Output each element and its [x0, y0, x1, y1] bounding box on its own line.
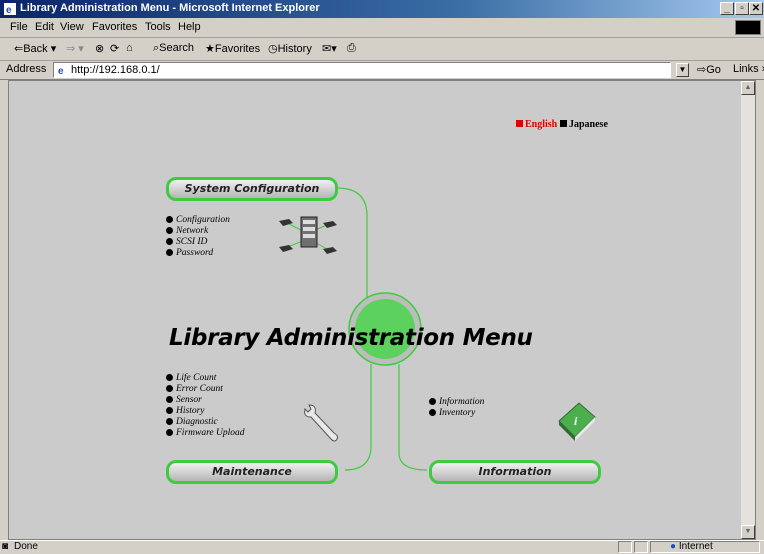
link-configuration[interactable]: Configuration	[166, 215, 230, 226]
link-inventory[interactable]: Inventory	[429, 408, 484, 419]
minimize-button[interactable]: _	[720, 2, 734, 15]
link-error-count[interactable]: Error Count	[166, 384, 245, 395]
go-arrow-icon: ⇨	[697, 64, 707, 76]
menu-file[interactable]: File	[10, 21, 28, 33]
link-network[interactable]: Network	[166, 226, 230, 237]
windows-logo-icon	[735, 20, 761, 35]
maintenance-button[interactable]: Maintenance	[166, 460, 338, 484]
address-label: Address	[6, 63, 47, 75]
back-arrow-icon: ⇐	[14, 43, 24, 55]
vertical-scrollbar[interactable]: ▲ ▼	[741, 81, 755, 539]
status-pane	[634, 541, 648, 553]
scroll-up-button[interactable]: ▲	[741, 81, 755, 95]
ie-page-icon: e	[4, 3, 16, 16]
mail-button[interactable]: ✉▾	[322, 42, 337, 55]
favorites-icon: ★	[205, 43, 215, 55]
network-icon	[279, 216, 337, 254]
scroll-down-button[interactable]: ▼	[741, 525, 755, 539]
toolbar: ⇐Back ▾ ⇒ ▾ ⊗ ⟳ ⌂ ⌕Search ★Favorites ◷Hi…	[0, 38, 764, 61]
svg-text:e: e	[6, 5, 12, 16]
system-config-list: Configuration Network SCSI ID Password	[166, 215, 230, 259]
window-title: Library Administration Menu - Microsoft …	[20, 2, 320, 14]
window-titlebar: e Library Administration Menu - Microsof…	[0, 0, 764, 18]
menu-tools[interactable]: Tools	[145, 21, 171, 33]
status-bar: ◙ Done ● Internet	[0, 540, 764, 554]
globe-icon: ●	[670, 541, 677, 552]
stop-icon: ⊗	[95, 43, 105, 55]
link-firmware-upload[interactable]: Firmware Upload	[166, 428, 245, 439]
search-button[interactable]: ⌕Search	[153, 42, 194, 55]
address-dropdown-button[interactable]: ▼	[676, 63, 689, 77]
information-list: Information Inventory	[429, 397, 484, 419]
page-status-icon: ◙	[2, 541, 9, 552]
back-button[interactable]: ⇐Back ▾	[14, 42, 56, 55]
stop-button[interactable]: ⊗	[95, 42, 104, 55]
lang-english-link[interactable]: English	[516, 119, 557, 130]
favorites-button[interactable]: ★Favorites	[205, 42, 260, 55]
menu-bar: File Edit View Favorites Tools Help	[0, 18, 764, 38]
svg-text:e: e	[58, 66, 64, 76]
page-title: Library Administration Menu	[169, 325, 533, 351]
ie-icon: e	[56, 64, 68, 76]
refresh-icon: ⟳	[110, 43, 120, 55]
menu-help[interactable]: Help	[178, 21, 201, 33]
link-life-count[interactable]: Life Count	[166, 373, 245, 384]
connector-lines	[336, 187, 428, 471]
link-diagnostic[interactable]: Diagnostic	[166, 417, 245, 428]
status-pane	[618, 541, 632, 553]
links-button[interactable]: Links »	[733, 63, 764, 75]
go-button[interactable]: ⇨Go	[697, 63, 721, 76]
link-scsi-id[interactable]: SCSI ID	[166, 237, 230, 248]
lang-japanese-link[interactable]: Japanese	[560, 119, 608, 130]
forward-arrow-icon: ⇒ ▾	[66, 43, 84, 55]
info-book-icon: i	[558, 402, 596, 441]
mail-icon: ✉▾	[322, 43, 337, 55]
link-password[interactable]: Password	[166, 248, 230, 259]
link-information[interactable]: Information	[429, 397, 484, 408]
home-button[interactable]: ⌂	[126, 42, 133, 54]
internet-zone: ● Internet	[670, 541, 713, 552]
menu-edit[interactable]: Edit	[35, 21, 54, 33]
address-value: http://192.168.0.1/	[71, 64, 160, 76]
close-button[interactable]: ✕	[749, 2, 763, 15]
maintenance-list: Life Count Error Count Sensor History Di…	[166, 373, 245, 439]
link-history[interactable]: History	[166, 406, 245, 417]
forward-button[interactable]: ⇒ ▾	[66, 42, 84, 55]
menu-view[interactable]: View	[60, 21, 84, 33]
information-button[interactable]: Information	[429, 460, 601, 484]
home-icon: ⌂	[126, 42, 133, 54]
history-button[interactable]: ◷History	[268, 42, 312, 55]
refresh-button[interactable]: ⟳	[110, 42, 119, 55]
print-icon: ⎙	[347, 42, 356, 54]
address-bar: Address e http://192.168.0.1/ ▼ ⇨Go Link…	[0, 61, 764, 80]
page-content: English Japanese System Configuration Co…	[8, 80, 756, 540]
wrench-icon	[304, 404, 339, 442]
menu-favorites[interactable]: Favorites	[92, 21, 137, 33]
link-sensor[interactable]: Sensor	[166, 395, 245, 406]
history-icon: ◷	[268, 43, 278, 55]
system-configuration-button[interactable]: System Configuration	[166, 177, 338, 201]
status-text: Done	[14, 541, 38, 552]
maximize-button[interactable]: ▫	[735, 2, 749, 15]
print-button[interactable]: ⎙	[347, 42, 356, 55]
address-input[interactable]: e http://192.168.0.1/	[53, 62, 671, 78]
